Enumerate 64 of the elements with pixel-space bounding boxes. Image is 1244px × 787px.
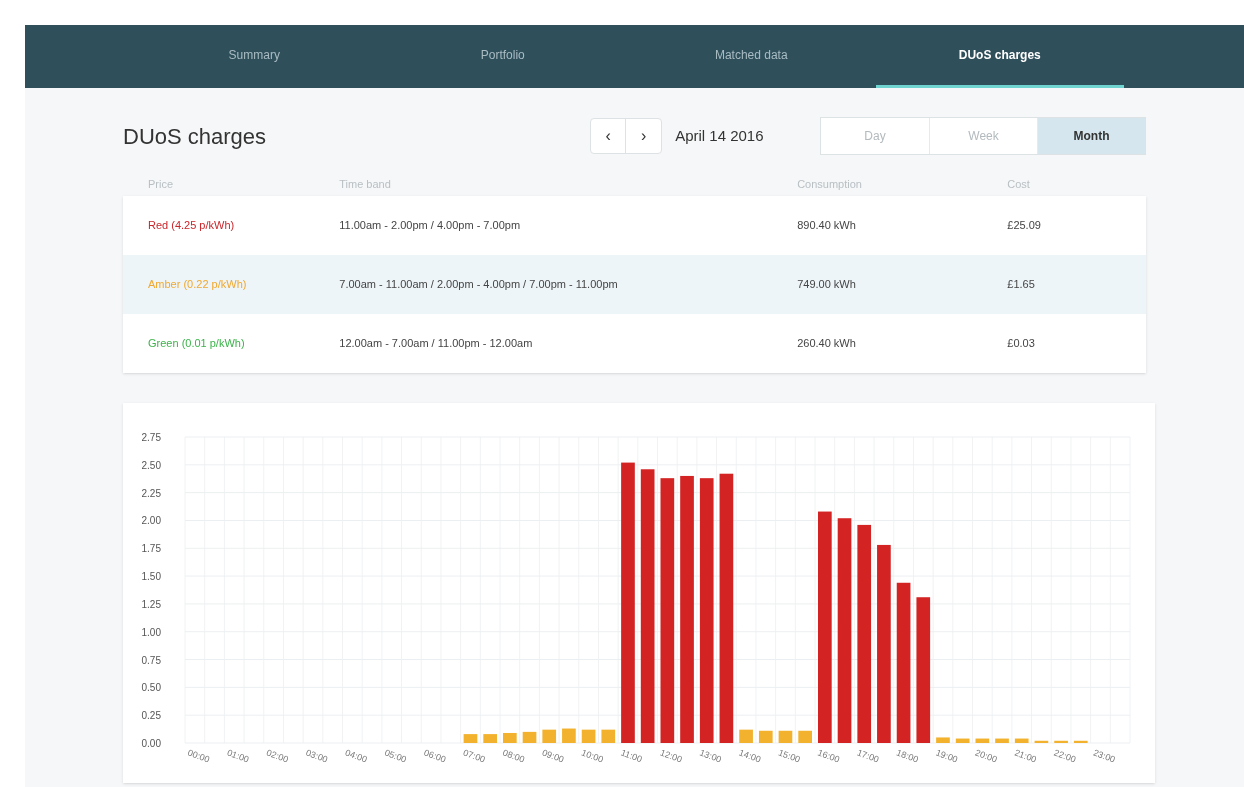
table-row[interactable]: Green (0.01 p/kWh) 12.00am - 7.00am / 11.00pm - 12.00am 260.40 kWh £0.03 xyxy=(123,314,1146,373)
y-tick-label: 2.25 xyxy=(141,487,161,499)
nav-tab[interactable]: Matched data xyxy=(627,25,876,88)
nav-tab[interactable]: DUoS charges xyxy=(875,25,1124,88)
price-cell: Red (4.25 p/kWh) xyxy=(148,219,235,232)
table-row[interactable]: Amber (0.22 p/kWh) 7.00am - 11.00am / 2.00pm - 4.00pm / 7.00pm - 11.00pm 749.00 kWh £1.65 xyxy=(123,255,1146,314)
table-cell: 12.00am - 7.00am / 11.00pm - 12.00am xyxy=(339,337,533,350)
next-button[interactable]: › xyxy=(626,119,662,153)
column-header: Cost xyxy=(1007,176,1031,192)
x-tick-label: 20:00 xyxy=(973,747,999,765)
x-tick-label: 08:00 xyxy=(501,747,526,765)
x-tick-label: 01:00 xyxy=(225,747,251,765)
x-tick-label: 16:00 xyxy=(816,747,841,765)
date-label: April 14 2016 xyxy=(675,125,765,146)
x-tick-label: 19:00 xyxy=(934,747,960,765)
table-cell: £25.09 xyxy=(1007,219,1041,232)
x-tick-label: 23:00 xyxy=(1091,747,1117,765)
y-tick-label: 1.50 xyxy=(141,571,161,583)
x-tick-label: 00:00 xyxy=(186,747,211,765)
column-header: Price xyxy=(147,176,175,192)
x-tick-label: 10:00 xyxy=(580,747,605,765)
y-tick-label: 0.75 xyxy=(141,654,161,666)
x-tick-label: 14:00 xyxy=(737,747,763,765)
table-cell: 11.00am - 2.00pm / 4.00pm - 7.00pm xyxy=(339,219,521,232)
table-cell: £1.65 xyxy=(1007,278,1035,291)
y-tick-label: 1.00 xyxy=(141,626,161,638)
x-tick-label: 05:00 xyxy=(383,747,408,765)
table-cell: £0.03 xyxy=(1007,337,1035,350)
y-tick-label: 2.50 xyxy=(141,459,161,471)
x-tick-label: 13:00 xyxy=(698,747,723,765)
price-cell: Green (0.01 p/kWh) xyxy=(148,337,245,350)
x-tick-label: 12:00 xyxy=(658,747,684,765)
column-header: Time band xyxy=(339,176,392,192)
x-tick-label: 07:00 xyxy=(461,747,487,765)
page-title: DUoS charges xyxy=(123,122,268,151)
x-tick-label: 21:00 xyxy=(1013,747,1038,765)
x-tick-label: 03:00 xyxy=(304,747,330,765)
table-cell: 260.40 kWh xyxy=(797,337,856,350)
y-tick-label: 1.75 xyxy=(141,543,161,555)
y-tick-label: 0.25 xyxy=(141,710,161,722)
y-tick-label: 2.00 xyxy=(141,515,161,527)
nav-tab[interactable]: Portfolio xyxy=(378,25,627,88)
nav-tab[interactable]: Summary xyxy=(130,25,379,88)
y-tick-label: 0.00 xyxy=(141,738,161,749)
period-tab[interactable]: Month xyxy=(1037,118,1145,154)
y-tick-label: 1.25 xyxy=(141,598,161,610)
x-tick-label: 15:00 xyxy=(776,747,802,765)
y-tick-label: 2.75 xyxy=(141,432,161,443)
column-header: Consumption xyxy=(797,176,863,192)
table-cell: 749.00 kWh xyxy=(797,278,856,291)
table-cell: 7.00am - 11.00am / 2.00pm - 4.00pm / 7.00pm - 11.00pm xyxy=(339,278,618,291)
previous-button[interactable]: ‹ xyxy=(591,119,627,153)
x-tick-label: 02:00 xyxy=(265,747,290,765)
x-tick-label: 18:00 xyxy=(895,747,920,765)
price-cell: Amber (0.22 p/kWh) xyxy=(148,278,247,291)
x-tick-label: 04:00 xyxy=(343,747,369,765)
x-tick-label: 22:00 xyxy=(1052,747,1078,765)
table-row[interactable]: Red (4.25 p/kWh) 11.00am - 2.00pm / 4.00pm - 7.00pm 890.40 kWh £25.09 xyxy=(123,196,1146,255)
x-tick-label: 09:00 xyxy=(540,747,566,765)
x-tick-label: 17:00 xyxy=(855,747,881,765)
x-tick-label: 11:00 xyxy=(619,747,644,765)
table-cell: 890.40 kWh xyxy=(797,219,856,232)
y-tick-label: 0.50 xyxy=(141,682,161,694)
x-tick-label: 06:00 xyxy=(422,747,448,765)
